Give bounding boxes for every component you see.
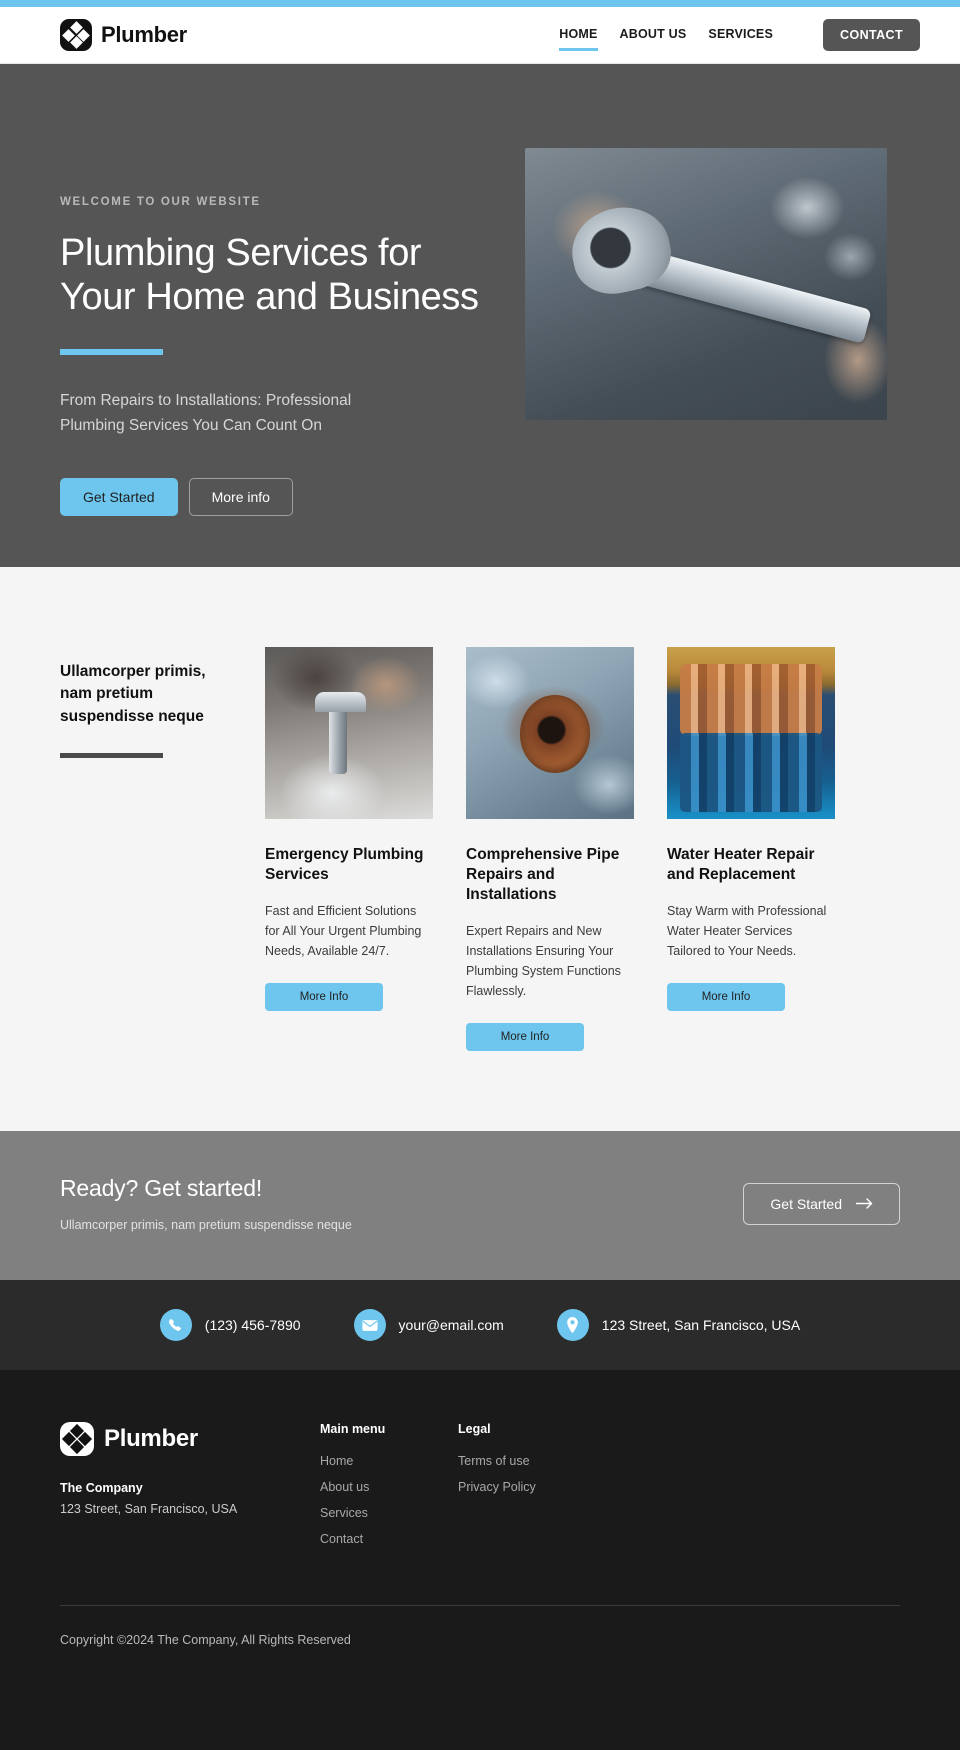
service-card-more-info-button[interactable]: More Info (667, 983, 785, 1012)
hero-subtitle: From Repairs to Installations: Professio… (60, 392, 352, 435)
contact-email-value: your@email.com (398, 1317, 504, 1334)
footer-company-address: 123 Street, San Francisco, USA (60, 1502, 238, 1517)
main-nav: HOME ABOUT US SERVICES CONTACT (559, 19, 920, 51)
hero-section: WELCOME TO OUR WEBSITE Plumbing Services… (0, 64, 960, 567)
hero-media (525, 144, 887, 420)
brand-logo[interactable]: Plumber (60, 19, 187, 51)
service-card-description: Expert Repairs and New Installations Ens… (466, 924, 621, 999)
services-card-list: Emergency Plumbing Services Fast and Eff… (265, 647, 835, 1052)
contact-item-address[interactable]: 123 Street, San Francisco, USA (556, 1309, 801, 1342)
contact-phone-value: (123) 456-7890 (204, 1317, 301, 1334)
service-card-title: Water Heater Repair and Replacement (667, 846, 815, 884)
cta-copy: Ready? Get started! Ullamcorper primis, … (60, 1175, 743, 1232)
service-card-title: Emergency Plumbing Services (265, 846, 424, 884)
hero-image (525, 148, 887, 420)
service-card-description: Stay Warm with Professional Water Heater… (667, 904, 827, 959)
contact-address-value: 123 Street, San Francisco, USA (601, 1317, 801, 1334)
hero-more-info-button[interactable]: More info (188, 478, 293, 517)
footer-link-services[interactable]: Services (320, 1506, 458, 1520)
nav-link-about-us[interactable]: ABOUT US (620, 27, 687, 44)
nav-link-services[interactable]: SERVICES (708, 27, 773, 44)
footer-link-about-us[interactable]: About us (320, 1480, 458, 1494)
footer-copyright: Copyright ©2024 The Company, All Rights … (60, 1633, 351, 1648)
cta-section: Ready? Get started! Ullamcorper primis, … (0, 1131, 960, 1281)
footer-column-heading: Legal (458, 1422, 491, 1437)
service-card-title: Comprehensive Pipe Repairs and Installat… (466, 846, 620, 904)
footer-brand-logo[interactable]: Plumber (60, 1422, 320, 1457)
hero-eyebrow: WELCOME TO OUR WEBSITE (60, 196, 261, 208)
cta-title: Ready? Get started! (60, 1175, 263, 1202)
site-footer: Plumber The Company 123 Street, San Fran… (0, 1370, 960, 1750)
cta-button-label: Get Started (770, 1195, 842, 1212)
arrow-right-icon (855, 1196, 873, 1212)
services-heading: Ullamcorper primis, nam pretium suspendi… (60, 663, 206, 725)
location-pin-icon (556, 1309, 589, 1342)
service-card: Emergency Plumbing Services Fast and Eff… (265, 647, 433, 1051)
cta-get-started-button[interactable]: Get Started (743, 1182, 900, 1225)
footer-link-home[interactable]: Home (320, 1454, 458, 1468)
footer-column-heading: Main menu (320, 1422, 386, 1437)
service-card-image (265, 647, 433, 819)
services-section: Ullamcorper primis, nam pretium suspendi… (0, 567, 960, 1132)
envelope-icon (353, 1309, 386, 1342)
service-card-image (667, 647, 835, 819)
footer-brand-name: Plumber (104, 1425, 198, 1453)
cta-subtitle: Ullamcorper primis, nam pretium suspendi… (60, 1218, 352, 1233)
service-card-image (466, 647, 634, 819)
service-card-more-info-button[interactable]: More Info (265, 983, 383, 1012)
footer-link-privacy-policy[interactable]: Privacy Policy (458, 1480, 596, 1494)
nav-link-home[interactable]: HOME (559, 27, 598, 51)
hero-accent-rule (60, 349, 163, 356)
service-card-more-info-button[interactable]: More Info (466, 1023, 584, 1052)
diamond-cross-logo-icon (60, 1422, 94, 1457)
footer-link-contact[interactable]: Contact (320, 1532, 458, 1546)
contact-bar: (123) 456-7890 your@email.com 123 Street… (0, 1280, 960, 1371)
site-header: Plumber HOME ABOUT US SERVICES CONTACT (0, 7, 960, 64)
hero-title: Plumbing Services for Your Home and Busi… (60, 232, 479, 319)
footer-column-main-menu: Main menu Home About us Services Contact (320, 1422, 458, 1558)
contact-button[interactable]: CONTACT (823, 19, 920, 51)
contact-item-email[interactable]: your@email.com (353, 1309, 504, 1342)
diamond-cross-logo-icon (60, 19, 92, 51)
service-card: Comprehensive Pipe Repairs and Installat… (466, 647, 634, 1052)
landing-page: Plumber HOME ABOUT US SERVICES CONTACT W… (0, 0, 960, 1750)
hero-actions: Get Started More info (60, 478, 480, 517)
service-card: Water Heater Repair and Replacement Stay… (667, 647, 835, 1051)
footer-brand-block: Plumber The Company 123 Street, San Fran… (60, 1422, 320, 1558)
hero-copy: WELCOME TO OUR WEBSITE Plumbing Services… (60, 144, 480, 517)
services-accent-rule (60, 753, 163, 759)
services-heading-block: Ullamcorper primis, nam pretium suspendi… (60, 647, 240, 759)
footer-link-terms-of-use[interactable]: Terms of use (458, 1454, 596, 1468)
hero-get-started-button[interactable]: Get Started (60, 478, 178, 517)
service-card-description: Fast and Efficient Solutions for All You… (265, 904, 422, 959)
footer-column-legal: Legal Terms of use Privacy Policy (458, 1422, 596, 1558)
contact-item-phone[interactable]: (123) 456-7890 (159, 1309, 301, 1342)
footer-top: Plumber The Company 123 Street, San Fran… (60, 1422, 900, 1558)
footer-company-name: The Company (60, 1481, 143, 1496)
brand-name: Plumber (101, 22, 187, 47)
phone-icon (159, 1309, 192, 1342)
top-accent-bar (0, 0, 960, 7)
